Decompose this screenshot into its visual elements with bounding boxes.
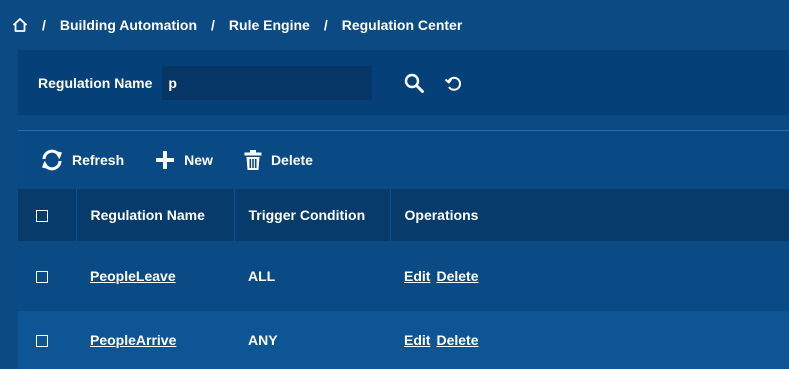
search-icon[interactable] bbox=[402, 71, 426, 95]
grid-toolbar: Refresh New Delete bbox=[18, 131, 789, 189]
edit-link[interactable]: Edit bbox=[404, 268, 430, 284]
table-row: PeopleArrive ANY Edit Delete bbox=[18, 311, 789, 369]
delete-label: Delete bbox=[270, 152, 313, 168]
regulation-name-link[interactable]: PeopleLeave bbox=[90, 268, 176, 284]
regulation-grid: Refresh New Delete Regulation Name Trigg… bbox=[18, 130, 789, 369]
column-header-operations: Operations bbox=[404, 207, 479, 223]
column-header-trigger-condition[interactable]: Trigger Condition bbox=[234, 189, 391, 241]
delete-link[interactable]: Delete bbox=[436, 332, 478, 348]
refresh-icon bbox=[42, 149, 62, 171]
new-button[interactable]: New bbox=[154, 149, 213, 171]
regulation-name-link[interactable]: PeopleArrive bbox=[90, 332, 176, 348]
delete-link[interactable]: Delete bbox=[436, 268, 478, 284]
breadcrumb-separator: / bbox=[42, 17, 46, 33]
refresh-label: Refresh bbox=[72, 152, 125, 168]
row-checkbox[interactable] bbox=[36, 335, 48, 348]
reset-icon[interactable] bbox=[442, 71, 466, 95]
breadcrumb-item-regulation-center: Regulation Center bbox=[341, 17, 463, 33]
breadcrumb-separator: / bbox=[211, 17, 215, 33]
regulation-table: Regulation Name Trigger Condition Operat… bbox=[18, 189, 789, 369]
plus-icon bbox=[156, 151, 175, 169]
search-panel: Regulation Name bbox=[18, 50, 789, 115]
regulation-name-label: Regulation Name bbox=[38, 74, 153, 91]
table-header-row: Regulation Name Trigger Condition Operat… bbox=[18, 189, 789, 241]
edit-link[interactable]: Edit bbox=[404, 332, 430, 348]
breadcrumb-item-rule-engine[interactable]: Rule Engine bbox=[229, 17, 310, 33]
select-all-checkbox[interactable] bbox=[36, 210, 48, 223]
refresh-button[interactable]: Refresh bbox=[40, 149, 124, 171]
row-checkbox[interactable] bbox=[36, 271, 48, 284]
breadcrumb: / Building Automation / Rule Engine / Re… bbox=[0, 0, 789, 50]
home-icon[interactable] bbox=[12, 17, 28, 33]
table-row: PeopleLeave ALL Edit Delete bbox=[18, 241, 789, 311]
new-label: New bbox=[184, 152, 213, 168]
trigger-condition-cell: ALL bbox=[248, 268, 276, 284]
column-header-regulation-name[interactable]: Regulation Name bbox=[76, 189, 235, 241]
breadcrumb-item-building-automation[interactable]: Building Automation bbox=[60, 17, 197, 33]
breadcrumb-separator: / bbox=[323, 17, 328, 33]
trash-icon bbox=[244, 150, 262, 170]
delete-button[interactable]: Delete bbox=[243, 149, 313, 171]
regulation-name-input[interactable] bbox=[162, 65, 373, 100]
trigger-condition-cell: ANY bbox=[248, 332, 278, 348]
